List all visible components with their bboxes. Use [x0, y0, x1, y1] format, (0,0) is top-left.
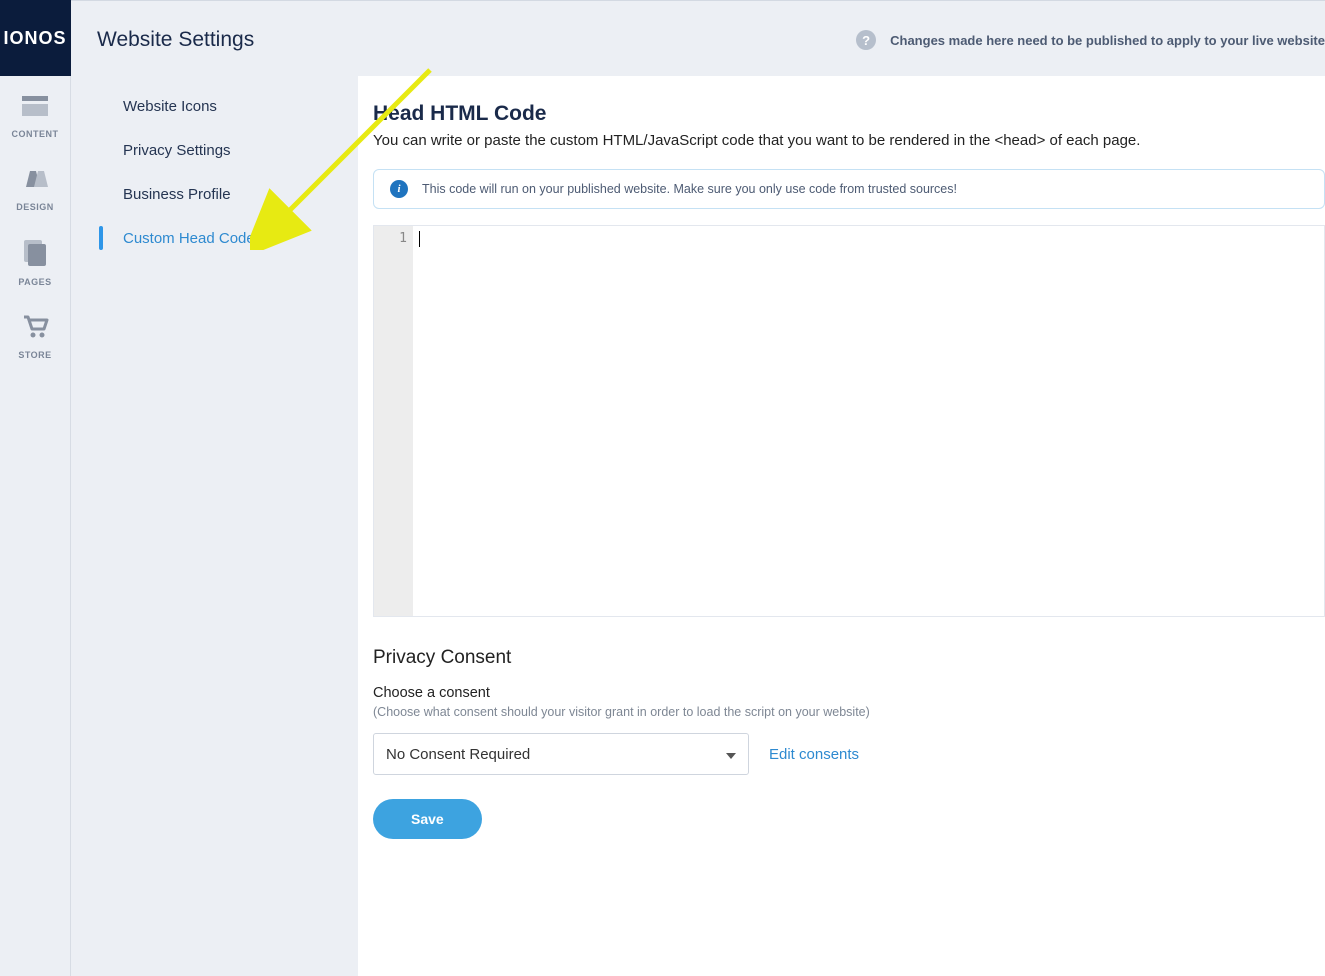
sidebar-item-privacy-settings[interactable]: Privacy Settings	[71, 128, 358, 172]
code-textarea[interactable]	[413, 226, 1324, 616]
help-icon[interactable]: ?	[856, 30, 876, 50]
rail-item-store[interactable]: STORE	[0, 295, 71, 368]
sidebar-item-custom-head-code[interactable]: Custom Head Code	[71, 216, 358, 260]
info-banner-text: This code will run on your published web…	[422, 182, 957, 196]
edit-consents-link[interactable]: Edit consents	[769, 746, 859, 763]
info-icon: i	[390, 180, 408, 198]
rail-item-content[interactable]: CONTENT	[0, 76, 71, 147]
consent-field-label: Choose a consent	[373, 685, 1325, 701]
icon-rail: IONOS CONTENT DESIGN PAGES STORE	[0, 0, 71, 976]
save-button[interactable]: Save	[373, 799, 482, 839]
consent-select-value: No Consent Required	[386, 746, 530, 763]
rail-item-pages[interactable]: PAGES	[0, 220, 71, 295]
sidebar-item-website-icons[interactable]: Website Icons	[71, 84, 358, 128]
store-icon	[20, 313, 50, 344]
section-title: Head HTML Code	[373, 102, 1325, 126]
consent-select[interactable]: No Consent Required	[373, 733, 749, 775]
privacy-consent-title: Privacy Consent	[373, 647, 1325, 669]
sidebar-item-business-profile[interactable]: Business Profile	[71, 172, 358, 216]
pages-icon	[20, 238, 50, 271]
header-notice-text: Changes made here need to be published t…	[890, 33, 1325, 48]
rail-label: STORE	[18, 350, 51, 360]
sidebar: Website Icons Privacy Settings Business …	[71, 76, 358, 976]
page-title: Website Settings	[97, 28, 254, 52]
sidebar-item-label: Website Icons	[123, 98, 217, 115]
rail-label: PAGES	[18, 277, 51, 287]
sidebar-item-label: Custom Head Code	[123, 230, 255, 247]
line-number: 1	[374, 231, 407, 246]
brand-logo[interactable]: IONOS	[0, 0, 71, 76]
sidebar-item-label: Privacy Settings	[123, 142, 231, 159]
main-panel: Head HTML Code You can write or paste th…	[358, 76, 1325, 976]
code-editor[interactable]: 1	[373, 225, 1325, 617]
design-icon	[20, 165, 50, 196]
sidebar-item-label: Business Profile	[123, 186, 231, 203]
content-icon	[20, 94, 50, 123]
rail-label: CONTENT	[12, 129, 59, 139]
brand-text: IONOS	[3, 28, 66, 49]
chevron-down-icon	[726, 746, 736, 763]
info-banner: i This code will run on your published w…	[373, 169, 1325, 209]
header-notice: ? Changes made here need to be published…	[856, 30, 1325, 50]
header: Website Settings ? Changes made here nee…	[71, 4, 1325, 76]
section-description: You can write or paste the custom HTML/J…	[373, 132, 1325, 149]
text-cursor	[419, 231, 420, 247]
rail-item-design[interactable]: DESIGN	[0, 147, 71, 220]
code-gutter: 1	[374, 226, 413, 616]
rail-label: DESIGN	[16, 202, 54, 212]
consent-row: No Consent Required Edit consents	[373, 733, 1325, 775]
consent-field-hint: (Choose what consent should your visitor…	[373, 705, 1325, 719]
